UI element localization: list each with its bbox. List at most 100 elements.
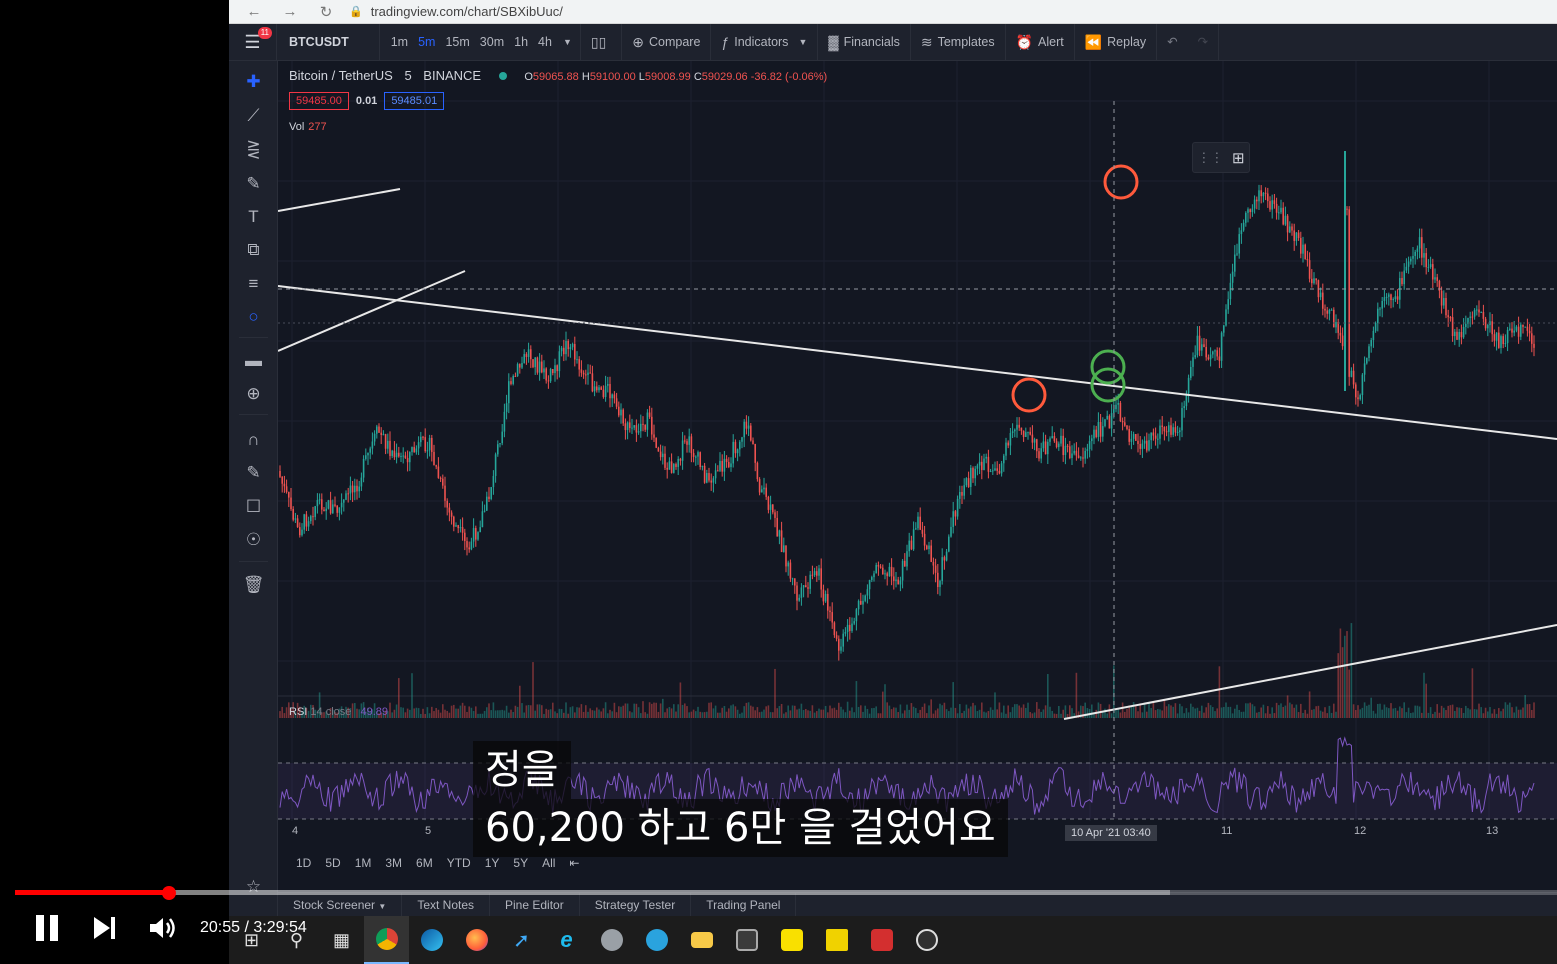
telegram-icon[interactable] — [634, 916, 679, 964]
interval-4h[interactable]: 4h — [533, 35, 557, 49]
volume-bar — [1524, 695, 1526, 718]
url-field[interactable]: tradingview.com/chart/SBXibUuc/ — [371, 4, 563, 19]
tab-strategy-tester[interactable]: Strategy Tester — [580, 892, 692, 917]
symbol-search-button[interactable]: BTCUSDT — [277, 23, 380, 61]
volume-icon[interactable] — [148, 915, 178, 941]
indicators-button[interactable]: ƒ Indicators ▼ — [711, 23, 819, 61]
magnet-icon[interactable]: ∩ — [229, 427, 278, 453]
trend-line-icon[interactable]: ⟋ — [229, 103, 278, 129]
candle-body — [994, 468, 996, 471]
candle-body — [525, 354, 528, 357]
calculator-icon[interactable] — [724, 916, 769, 964]
video-scrubber-handle[interactable] — [162, 886, 176, 900]
drag-handle-icon[interactable]: ⋮⋮ — [1197, 150, 1223, 166]
crosshair-icon[interactable]: ✚ — [229, 69, 278, 95]
tab-trading-panel[interactable]: Trading Panel — [691, 892, 797, 917]
compare-button[interactable]: ⊕ Compare — [622, 23, 712, 61]
volume-bar — [708, 702, 710, 718]
range-1m[interactable]: 1M — [355, 856, 372, 870]
lock-icon[interactable]: ☐ — [229, 494, 278, 520]
goto-date-icon[interactable]: ⇤ — [569, 856, 579, 870]
interval-1m[interactable]: 1m — [386, 35, 413, 49]
candle-body — [750, 425, 752, 441]
volume-bar — [719, 712, 721, 718]
chart-type-button[interactable]: ▯▯ — [581, 23, 623, 61]
range-5d[interactable]: 5D — [325, 856, 340, 870]
edge-icon[interactable] — [409, 916, 454, 964]
disk-app-icon[interactable] — [589, 916, 634, 964]
menu-button[interactable]: ☰ 11 — [229, 23, 277, 61]
range-1d[interactable]: 1D — [296, 856, 311, 870]
lock-icon[interactable]: 🔒 — [349, 5, 363, 18]
grid-add-icon[interactable]: ⊞ — [1232, 149, 1245, 167]
candle-body — [670, 461, 673, 473]
chevron-down-icon[interactable]: ▼ — [557, 37, 580, 47]
candle-body — [468, 547, 470, 550]
circle-shape-icon[interactable]: ○ — [229, 304, 278, 330]
interval-5m[interactable]: 5m — [413, 35, 440, 49]
candle-body — [296, 518, 299, 528]
range-1y[interactable]: 1Y — [485, 856, 500, 870]
volume-bar — [670, 708, 673, 718]
volume-bar — [690, 711, 693, 718]
interval-30m[interactable]: 30m — [475, 35, 509, 49]
replay-button[interactable]: ⏪ Replay — [1075, 23, 1158, 61]
kakaotalk-icon[interactable] — [769, 916, 814, 964]
lock-drawing-icon[interactable]: ✎ — [229, 460, 278, 486]
candle-body — [1443, 298, 1445, 306]
range-ytd[interactable]: YTD — [447, 856, 471, 870]
next-icon[interactable] — [92, 915, 118, 941]
file-explorer-icon[interactable] — [679, 916, 724, 964]
redo-icon[interactable]: ↷ — [1188, 23, 1220, 61]
alert-button[interactable]: ⏰ Alert — [1006, 23, 1075, 61]
pattern-icon[interactable]: ⧉ — [229, 237, 278, 263]
text-icon[interactable]: T — [229, 204, 278, 230]
range-all[interactable]: All — [542, 856, 555, 870]
obs-icon[interactable] — [904, 916, 949, 964]
volume-bar — [1168, 704, 1170, 718]
zoom-in-icon[interactable]: ⊕ — [229, 381, 278, 407]
volume-bar — [879, 713, 882, 718]
ruler-icon[interactable]: ▬ — [229, 348, 278, 374]
volume-bar — [1484, 707, 1487, 718]
star-icon[interactable]: ☆ — [229, 874, 278, 900]
range-5y[interactable]: 5Y — [513, 856, 528, 870]
candle-body — [659, 451, 662, 458]
trash-icon[interactable]: 🗑 — [229, 572, 278, 598]
tab-pine-editor[interactable]: Pine Editor — [490, 892, 580, 917]
candle-body — [501, 431, 503, 444]
reload-icon[interactable]: ↻ — [315, 3, 337, 21]
brush-icon[interactable]: ✎ — [229, 171, 278, 197]
price-chart[interactable] — [278, 61, 1557, 821]
range-3m[interactable]: 3M — [385, 856, 402, 870]
templates-button[interactable]: ≋ Templates — [911, 23, 1006, 61]
candle-body — [1262, 192, 1265, 197]
volume-bar — [1322, 711, 1324, 718]
interval-1h[interactable]: 1h — [509, 35, 533, 49]
volume-bar — [459, 705, 462, 718]
range-6m[interactable]: 6M — [416, 856, 433, 870]
pause-icon[interactable] — [34, 915, 60, 941]
red-app-icon[interactable] — [859, 916, 904, 964]
candle-body — [1141, 443, 1144, 449]
firefox-icon[interactable] — [454, 916, 499, 964]
financials-button[interactable]: ▓ Financials — [818, 23, 911, 61]
candle-body — [695, 456, 697, 458]
trend-lines[interactable] — [278, 188, 1557, 720]
candle-body — [1478, 309, 1480, 313]
volume-bar — [1179, 703, 1181, 718]
sticky-notes-icon[interactable] — [814, 916, 859, 964]
buy-button[interactable]: 59485.01 — [384, 92, 445, 110]
sell-button[interactable]: 59485.00 — [289, 92, 349, 110]
arrow-left-icon[interactable]: ← — [243, 3, 265, 20]
interval-15m[interactable]: 15m — [440, 35, 474, 49]
arrow-right-icon[interactable]: → — [279, 3, 301, 20]
ie-icon[interactable]: e — [544, 916, 589, 964]
prediction-icon[interactable]: ≡ — [229, 271, 278, 297]
bird-app-icon[interactable]: ➚ — [499, 916, 544, 964]
pitchfork-icon[interactable]: ⋛ — [229, 137, 278, 163]
undo-icon[interactable]: ↶ — [1157, 24, 1187, 61]
tab-text-notes[interactable]: Text Notes — [402, 892, 491, 917]
eye-icon[interactable]: ☉ — [229, 527, 278, 553]
symbol-legend: Bitcoin / TetherUS 5 BINANCE O59065.88 H… — [289, 68, 827, 83]
